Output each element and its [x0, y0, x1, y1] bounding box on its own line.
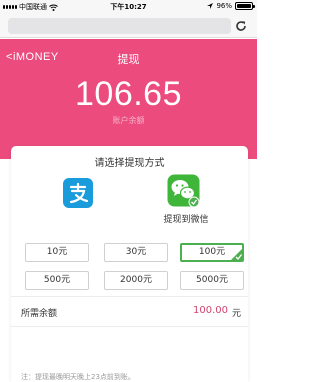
divider: [11, 326, 248, 327]
status-bar: 中国联通 下午10:27 96%: [0, 0, 257, 14]
balance-amount: 106.65: [75, 75, 182, 113]
reload-icon[interactable]: [234, 19, 248, 33]
location-icon: [207, 3, 214, 9]
balance-header: <iMONEY 提现 106.65 账户余额: [0, 39, 257, 159]
wechat-method-label[interactable]: 提现到微信: [146, 212, 226, 225]
balance-label: 账户余额: [112, 116, 145, 125]
amount-option-30[interactable]: 30元: [104, 243, 168, 262]
wechat-icon[interactable]: [167, 174, 200, 207]
amount-option-100-label: 100元: [198, 247, 226, 257]
withdraw-note: 注：提现最晚明天晚上23点前到账。: [21, 373, 135, 381]
amount-option-2000[interactable]: 2000元: [104, 271, 168, 290]
amount-option-5000[interactable]: 5000元: [180, 271, 244, 290]
alipay-icon[interactable]: [63, 178, 93, 208]
method-title: 请选择提现方式: [94, 158, 165, 169]
required-balance-unit: 元: [231, 309, 241, 319]
divider: [11, 296, 248, 297]
browser-url-bar: [0, 14, 257, 38]
required-balance-label: 所需余额: [21, 309, 58, 319]
amount-option-10[interactable]: 10元: [25, 243, 89, 262]
battery-percent: 96%: [216, 2, 232, 10]
battery-icon: [235, 2, 255, 10]
page-title: 提现: [117, 53, 140, 66]
required-balance-value: 100.00: [193, 305, 228, 316]
withdraw-card: 请选择提现方式 提现到微信 10元 30元 100元 500元 2000元 50…: [11, 146, 248, 382]
url-field[interactable]: [8, 18, 231, 34]
amount-option-500[interactable]: 500元: [25, 271, 89, 290]
amount-option-100[interactable]: 100元: [180, 243, 244, 262]
battery-group: 96%: [207, 2, 255, 10]
check-icon: [231, 249, 242, 260]
